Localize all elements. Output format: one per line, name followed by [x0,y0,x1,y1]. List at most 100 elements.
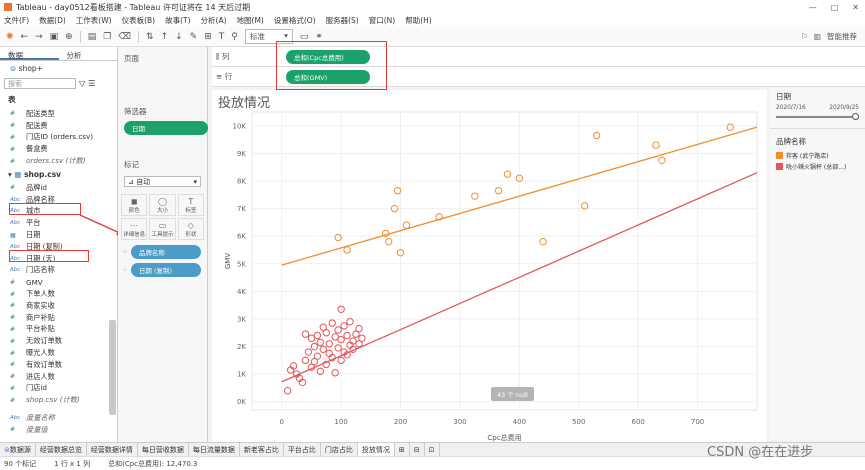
field-item[interactable]: # 下单人数 [0,288,117,300]
data-point[interactable] [340,322,348,330]
field-item[interactable]: # 门店ID (orders.csv) [0,132,117,144]
data-point[interactable] [307,334,316,342]
tab-sheet[interactable]: 每日流量数据 [189,442,240,457]
data-pane-scrollbar[interactable] [109,320,116,415]
clear-icon[interactable]: ⌫ [118,32,131,42]
data-point[interactable] [325,340,333,348]
menu-worksheet[interactable]: 工作表(W) [76,15,112,26]
field-item[interactable]: # 进店人数 [0,371,117,383]
data-point[interactable] [322,329,330,337]
pages-card[interactable] [118,66,207,88]
datasource-item[interactable]: ⊜ shop+ [0,61,117,76]
filter-icon[interactable]: ▽ [79,79,85,88]
data-point[interactable] [304,348,313,356]
tooltip-button[interactable]: ▭ 工具提示 [149,218,176,240]
menu-data[interactable]: 数据(D) [39,15,66,26]
data-point[interactable] [301,330,310,338]
field-item[interactable]: # orders.csv (计数) [0,155,117,167]
mark-type-dropdown[interactable]: ⊿ 自动 ▾ [124,176,201,187]
menu-analysis[interactable]: 分析(A) [201,15,227,26]
field-measure-names[interactable]: Abc 度量名称 [0,412,117,424]
new-dashboard-tab-icon[interactable]: ⊟ [410,442,425,457]
new-datasource-icon[interactable]: ⊕ [65,32,73,42]
menu-server[interactable]: 服务器(S) [326,15,359,26]
data-point[interactable] [471,192,479,200]
tab-sheet[interactable]: 门店占比 [321,442,358,457]
legend-item[interactable]: 拌客 (武宁路店) [770,150,865,161]
menu-dashboard[interactable]: 仪表板(B) [122,15,156,26]
data-point[interactable] [334,233,342,242]
tab-sheet-active[interactable]: 投放情况 [357,442,395,457]
data-point[interactable] [393,186,402,195]
close-button[interactable]: ✕ [852,3,859,12]
data-point[interactable] [726,123,734,131]
tab-sheet[interactable]: 每日营收数据 [138,442,189,457]
field-item[interactable]: # 有效订单数 [0,359,117,371]
tab-datasource[interactable]: ⊜ 数据源 [0,442,36,457]
data-point[interactable] [331,333,339,341]
menu-story[interactable]: 故事(T) [165,15,190,26]
field-item[interactable]: # GMV [0,276,117,288]
data-point[interactable] [334,344,342,352]
data-point[interactable] [313,352,322,360]
tab-sheet[interactable]: 经营数据详情 [87,442,138,457]
data-point[interactable] [316,367,325,376]
field-item[interactable]: # 餐盒费 [0,143,117,155]
swap-icon[interactable]: ⇅ [146,32,154,42]
size-button[interactable]: ◯ 大小 [149,194,176,216]
field-item[interactable]: # 配送费 [0,120,117,132]
back-icon[interactable]: ← [21,32,29,42]
duplicate-icon[interactable]: ❐ [103,32,111,42]
sort-asc-icon[interactable]: ↑ [161,32,169,42]
detail-button[interactable]: ⋯ 详细信息 [121,218,148,240]
tab-sheet[interactable]: 新老客占比 [240,442,284,457]
minimize-button[interactable]: — [809,3,817,12]
menu-format[interactable]: 设置格式(O) [274,15,316,26]
field-item[interactable]: # 配送类型 [0,108,117,120]
mark-pill-brand[interactable]: 品牌名称 [130,245,201,259]
data-point[interactable] [283,386,292,395]
label-button[interactable]: T 标签 [177,194,204,216]
field-item[interactable]: # 无效订单数 [0,335,117,347]
tab-analysis[interactable]: 分析 [59,47,118,60]
label-icon[interactable]: T [219,32,225,42]
scatter-chart[interactable]: 0K 1K 2K 3K 4K 5K 6K 7K 8K 9K 10K 0 100 200 300 400 500 6… [212,90,767,442]
filter-pill-date[interactable]: 日期 [124,121,208,135]
field-item[interactable]: # 商家实收 [0,300,117,312]
data-point[interactable] [358,334,366,342]
field-item[interactable]: # 商户补贴 [0,312,117,324]
data-point[interactable] [658,156,666,164]
new-sheet-tab-icon[interactable]: ⊞ [395,442,410,457]
data-point[interactable] [503,170,512,178]
field-item[interactable]: Abc 门店名称 [0,265,117,277]
tab-sheet[interactable]: 经营数据总览 [36,442,87,457]
mark-pill-date-copy[interactable]: 日期 (复制) [130,263,201,277]
tab-data[interactable]: 数据 [0,47,59,60]
table-shop-csv[interactable]: ▾ ▦ shop.csv [0,167,117,182]
field-item[interactable]: # shop.csv (计数) [0,394,117,406]
data-point[interactable] [539,237,547,246]
data-point[interactable] [381,229,390,238]
tab-sheet[interactable]: 平台占比 [284,442,321,457]
group-icon[interactable]: ⊞ [204,32,212,42]
presentation-icon[interactable]: ▭ [300,32,309,42]
data-point[interactable] [343,331,351,340]
menu-window[interactable]: 窗口(N) [369,15,395,26]
data-point[interactable] [319,345,327,353]
pin-icon[interactable]: ⚲ [231,32,238,42]
data-point[interactable] [592,131,601,140]
highlight-icon[interactable]: ✎ [190,32,198,42]
data-point[interactable] [331,369,339,377]
field-item[interactable]: # 平台补贴 [0,324,117,336]
field-item[interactable]: # 品牌id [0,182,117,194]
field-item[interactable]: # 门店id [0,383,117,395]
forward-icon[interactable]: → [35,32,43,42]
data-point[interactable] [384,237,393,246]
field-measure-values[interactable]: # 度量值 [0,424,117,436]
maximize-button[interactable]: □ [831,3,839,12]
date-slider[interactable] [776,112,859,122]
new-story-tab-icon[interactable]: ⊡ [425,442,440,457]
data-point[interactable] [313,331,322,340]
data-point[interactable] [301,356,310,365]
new-sheet-icon[interactable]: ▤ [88,32,97,42]
